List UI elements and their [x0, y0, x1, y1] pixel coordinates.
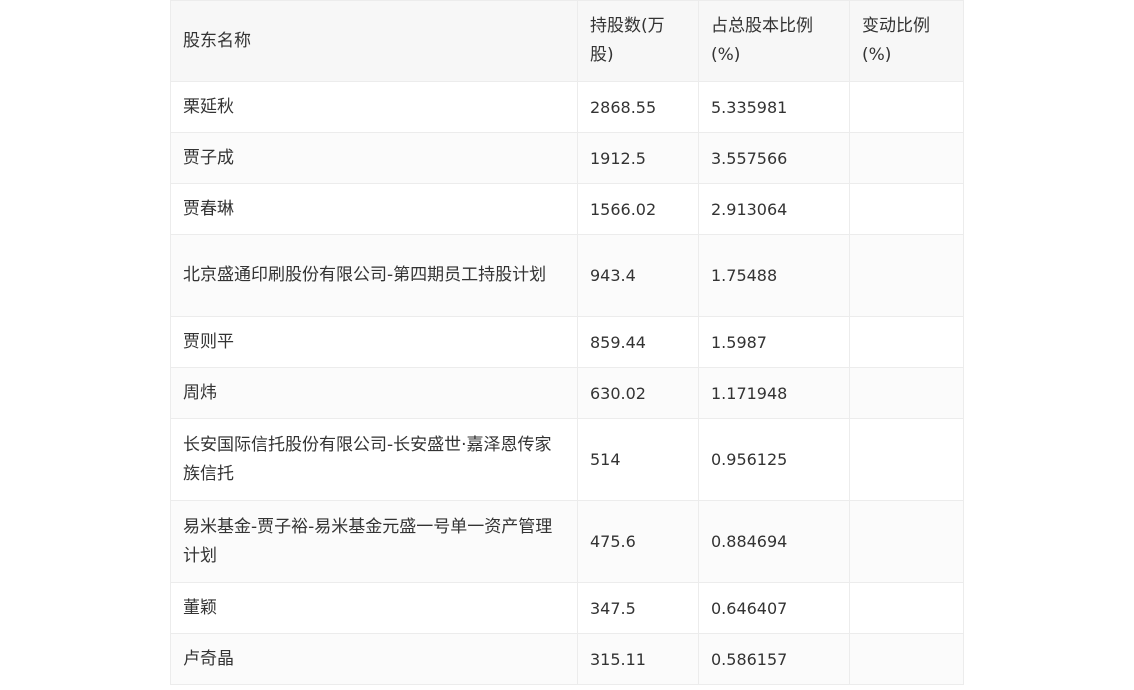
header-shareholder-name: 股东名称	[170, 0, 578, 82]
cell-name: 贾则平	[170, 316, 578, 368]
cell-ratio: 0.646407	[698, 582, 850, 634]
cell-change	[849, 633, 964, 685]
table-row: 贾春琳 1566.02 2.913064	[170, 183, 964, 235]
header-change: 变动比例(%)	[849, 0, 964, 82]
cell-change	[849, 367, 964, 419]
table-row: 卢奇晶 315.11 0.586157	[170, 633, 964, 685]
cell-shares: 2868.55	[577, 81, 699, 133]
cell-name: 长安国际信托股份有限公司-长安盛世·嘉泽恩传家族信托	[170, 418, 578, 501]
cell-ratio: 3.557566	[698, 132, 850, 184]
header-row: 股东名称 持股数(万股) 占总股本比例(%) 变动比例(%)	[170, 0, 964, 82]
cell-name: 北京盛通印刷股份有限公司-第四期员工持股计划	[170, 234, 578, 317]
cell-shares: 347.5	[577, 582, 699, 634]
cell-name: 易米基金-贾子裕-易米基金元盛一号单一资产管理计划	[170, 500, 578, 583]
cell-ratio: 0.884694	[698, 500, 850, 583]
cell-shares: 630.02	[577, 367, 699, 419]
cell-change	[849, 132, 964, 184]
cell-shares: 315.11	[577, 633, 699, 685]
cell-shares: 1566.02	[577, 183, 699, 235]
cell-name: 周炜	[170, 367, 578, 419]
cell-name: 贾子成	[170, 132, 578, 184]
cell-change	[849, 418, 964, 501]
shareholder-table: 股东名称 持股数(万股) 占总股本比例(%) 变动比例(%) 栗延秋 2868.…	[170, 0, 964, 685]
cell-shares: 475.6	[577, 500, 699, 583]
cell-shares: 1912.5	[577, 132, 699, 184]
table-row: 贾子成 1912.5 3.557566	[170, 132, 964, 184]
table-row: 贾则平 859.44 1.5987	[170, 316, 964, 368]
header-ratio: 占总股本比例(%)	[698, 0, 850, 82]
table-row: 易米基金-贾子裕-易米基金元盛一号单一资产管理计划 475.6 0.884694	[170, 500, 964, 583]
table-row: 董颖 347.5 0.646407	[170, 582, 964, 634]
cell-change	[849, 500, 964, 583]
table-row: 栗延秋 2868.55 5.335981	[170, 81, 964, 133]
cell-ratio: 0.586157	[698, 633, 850, 685]
cell-ratio: 1.5987	[698, 316, 850, 368]
cell-shares: 514	[577, 418, 699, 501]
cell-name: 贾春琳	[170, 183, 578, 235]
cell-change	[849, 582, 964, 634]
cell-ratio: 2.913064	[698, 183, 850, 235]
cell-name: 栗延秋	[170, 81, 578, 133]
header-shares: 持股数(万股)	[577, 0, 699, 82]
table-row: 长安国际信托股份有限公司-长安盛世·嘉泽恩传家族信托 514 0.956125	[170, 418, 964, 501]
table-header: 股东名称 持股数(万股) 占总股本比例(%) 变动比例(%)	[170, 0, 964, 82]
cell-ratio: 0.956125	[698, 418, 850, 501]
table-body: 栗延秋 2868.55 5.335981 贾子成 1912.5 3.557566…	[170, 81, 964, 685]
cell-shares: 943.4	[577, 234, 699, 317]
cell-change	[849, 316, 964, 368]
cell-change	[849, 81, 964, 133]
shareholder-table-container: 股东名称 持股数(万股) 占总股本比例(%) 变动比例(%) 栗延秋 2868.…	[170, 0, 964, 685]
cell-name: 卢奇晶	[170, 633, 578, 685]
cell-shares: 859.44	[577, 316, 699, 368]
table-row: 北京盛通印刷股份有限公司-第四期员工持股计划 943.4 1.75488	[170, 234, 964, 317]
cell-name: 董颖	[170, 582, 578, 634]
cell-ratio: 1.75488	[698, 234, 850, 317]
cell-change	[849, 183, 964, 235]
table-row: 周炜 630.02 1.171948	[170, 367, 964, 419]
cell-ratio: 1.171948	[698, 367, 850, 419]
cell-change	[849, 234, 964, 317]
cell-ratio: 5.335981	[698, 81, 850, 133]
